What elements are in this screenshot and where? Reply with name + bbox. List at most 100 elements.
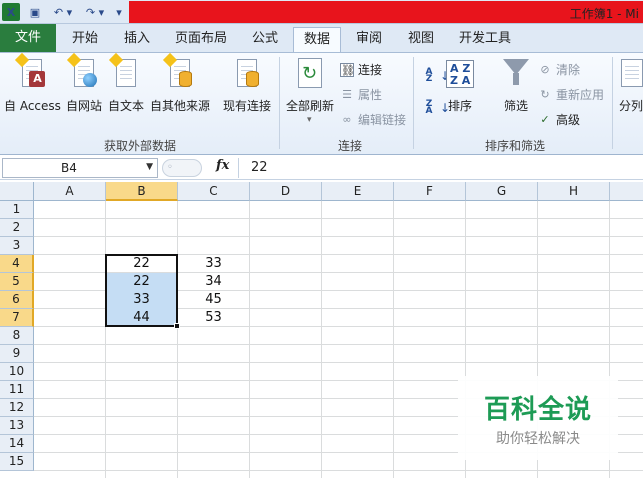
watermark-title: 百科全说 — [483, 394, 592, 425]
tab-home[interactable]: 开始 — [58, 27, 112, 52]
gridline — [34, 470, 643, 471]
refresh-all-button[interactable]: 全部刷新 — [286, 57, 334, 114]
insert-function-icon[interactable]: fx — [216, 158, 229, 173]
from-web-label: 自网站 — [66, 99, 103, 113]
web-icon — [66, 52, 97, 91]
row-header-6[interactable]: 6 — [0, 291, 34, 309]
select-all-corner[interactable] — [0, 182, 34, 201]
column-header-e[interactable]: E — [322, 182, 394, 201]
formula-bar-toggle[interactable]: ◦ — [162, 159, 202, 177]
tab-page-layout[interactable]: 页面布局 — [164, 27, 238, 52]
tab-data[interactable]: 数据 — [293, 27, 341, 52]
column-header-d[interactable]: D — [250, 182, 322, 201]
sort-button[interactable]: A ZZ A 排序 — [446, 57, 474, 114]
window-title: 工作簿1 - Mi — [569, 7, 639, 21]
fill-handle[interactable] — [174, 323, 180, 329]
properties-label: 属性 — [358, 88, 383, 102]
name-box-value: B4 — [61, 161, 77, 175]
filter-button[interactable]: 筛选 — [499, 57, 533, 114]
group-label-connections: 连接 — [337, 139, 362, 153]
save-icon[interactable]: ▣ — [26, 3, 44, 21]
chevron-down-icon[interactable]: ▼ — [146, 162, 153, 172]
row-header-7[interactable]: 7 — [0, 309, 34, 327]
row-header-4[interactable]: 4 — [0, 255, 34, 273]
other-sources-icon — [162, 52, 193, 91]
edit-links-button[interactable]: ∞ 编辑链接 — [340, 111, 406, 128]
column-header-a[interactable]: A — [34, 182, 106, 201]
row-header-10[interactable]: 10 — [0, 363, 34, 381]
name-box[interactable]: B4 ▼ — [2, 158, 158, 178]
advanced-button[interactable]: ✓ 高级 — [538, 111, 580, 128]
properties-button[interactable]: ☰ 属性 — [340, 86, 382, 103]
excel-logo-icon[interactable]: X — [2, 3, 20, 21]
tab-file[interactable]: 文件 — [0, 24, 56, 52]
column-header-b[interactable]: B — [106, 182, 178, 201]
link-icon: ∞ — [342, 112, 352, 126]
sort-za-icon: ZA — [425, 99, 433, 116]
row-header-9[interactable]: 9 — [0, 345, 34, 363]
existing-connections-button[interactable]: 现有连接 — [223, 57, 271, 114]
redo-icon[interactable]: ↷ ▾ — [82, 3, 108, 21]
cell-c4[interactable]: 33 — [178, 255, 249, 273]
text-to-columns-label: 分列 — [618, 99, 643, 113]
tab-view[interactable]: 视图 — [396, 27, 446, 52]
edit-links-label: 编辑链接 — [358, 113, 407, 127]
gridline — [34, 218, 643, 219]
row-header-3[interactable]: 3 — [0, 237, 34, 255]
ribbon-data: A 自 Access 自网站 自文本 自其他来源 现有连接 获取外部数据 全部刷… — [0, 52, 643, 155]
formula-input[interactable]: 22 — [238, 158, 641, 178]
connections-icon: ⛓ — [340, 62, 355, 77]
column-header-c[interactable]: C — [178, 182, 250, 201]
row-header-5[interactable]: 5 — [0, 273, 34, 291]
group-label-sort-filter: 排序和筛选 — [484, 139, 545, 153]
gridline — [34, 362, 643, 363]
row-header-11[interactable]: 11 — [0, 381, 34, 399]
column-header-h[interactable]: H — [538, 182, 610, 201]
from-access-label: 自 Access — [4, 99, 61, 113]
row-header-15[interactable]: 15 — [0, 453, 34, 471]
tab-review[interactable]: 审阅 — [344, 27, 394, 52]
clear-label: 清除 — [556, 63, 581, 77]
row-header-14[interactable]: 14 — [0, 435, 34, 453]
row-header-12[interactable]: 12 — [0, 399, 34, 417]
column-header-f[interactable]: F — [394, 182, 466, 201]
refresh-all-label: 全部刷新 — [286, 99, 335, 113]
row-header-8[interactable]: 8 — [0, 327, 34, 345]
title-bar: X ▣ ↶ ▾ ↷ ▾ ▾ 工作簿1 - Mi — [0, 0, 643, 24]
connections-label: 连接 — [358, 63, 383, 77]
refresh-dropdown-icon[interactable]: ▾ — [307, 115, 312, 125]
watermark: 百科全说 助你轻松解决 — [458, 376, 618, 460]
title-banner: 工作簿1 - Mi — [129, 1, 643, 23]
text-to-columns-button[interactable]: 分列 — [618, 57, 643, 114]
cell-c5[interactable]: 34 — [178, 273, 249, 291]
gridline — [34, 344, 643, 345]
column-header-g[interactable]: G — [466, 182, 538, 201]
row-header-13[interactable]: 13 — [0, 417, 34, 435]
column-header-next[interactable] — [610, 182, 643, 201]
formula-value: 22 — [251, 160, 268, 175]
customize-qat-icon[interactable]: ▾ — [112, 3, 126, 21]
access-icon: A — [15, 52, 46, 91]
row-header-2[interactable]: 2 — [0, 219, 34, 237]
existing-connections-label: 现有连接 — [223, 99, 272, 113]
from-other-sources-button[interactable]: 自其他来源 — [150, 52, 210, 114]
cell-c6[interactable]: 45 — [178, 291, 249, 309]
row-header-1[interactable]: 1 — [0, 201, 34, 219]
from-web-button[interactable]: 自网站 — [66, 52, 103, 114]
sort-label: 排序 — [447, 99, 472, 113]
undo-icon[interactable]: ↶ ▾ — [50, 3, 76, 21]
reapply-button[interactable]: ↻ 重新应用 — [538, 86, 604, 103]
tab-formulas[interactable]: 公式 — [240, 27, 290, 52]
connections-button[interactable]: ⛓ 连接 — [340, 61, 382, 78]
tab-developer[interactable]: 开发工具 — [448, 27, 522, 52]
from-text-button[interactable]: 自文本 — [108, 52, 145, 114]
from-text-label: 自文本 — [108, 99, 145, 113]
tab-insert[interactable]: 插入 — [112, 27, 162, 52]
group-separator — [279, 57, 280, 149]
advanced-label: 高级 — [556, 113, 581, 127]
from-access-button[interactable]: A 自 Access — [4, 52, 61, 114]
gridline — [393, 201, 394, 478]
cell-c7[interactable]: 53 — [178, 309, 249, 327]
clear-button[interactable]: ⊘ 清除 — [538, 61, 580, 78]
gridline — [177, 201, 178, 478]
